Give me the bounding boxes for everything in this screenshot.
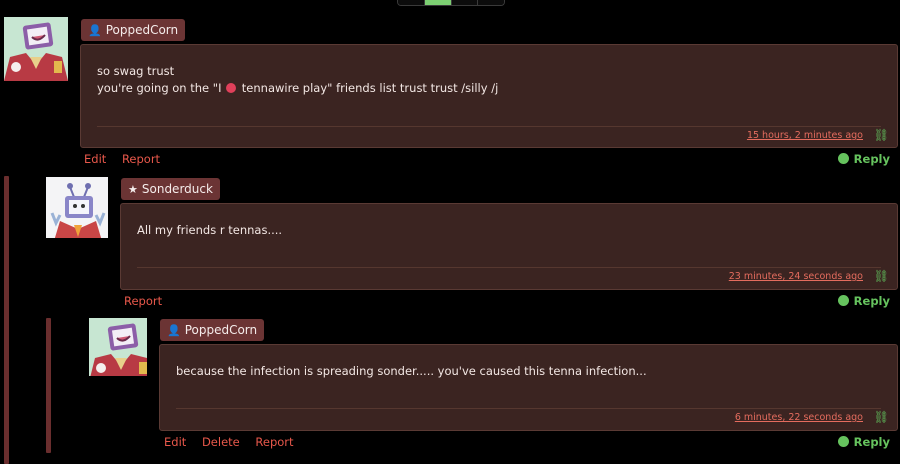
edit-button[interactable]: Edit [84,152,106,166]
author-tag[interactable]: 👤 PoppedCorn [81,19,186,41]
pagination-bar[interactable] [397,0,505,6]
author-name: PoppedCorn [184,323,258,337]
link-icon[interactable]: ⛓ [874,269,889,283]
author-name: PoppedCorn [105,23,179,37]
post-body: so swag trust you're going on the "I ten… [80,44,898,148]
avatar-image [89,318,147,376]
text-fragment: tennawire play" friends list trust trust… [241,81,499,95]
heart-emoji-icon [226,83,237,93]
user-icon: 👤 [88,24,102,37]
timestamp-link[interactable]: 23 minutes, 24 seconds ago [729,271,863,282]
avatar-image [4,17,68,81]
post-text-line: so swag trust [97,64,175,78]
page-button[interactable] [398,0,424,5]
star-icon: ★ [128,183,138,196]
avatar-image [46,177,108,238]
reply-bubble-icon [837,436,849,447]
link-icon[interactable]: ⛓ [874,128,889,142]
reply-label: Reply [853,435,890,449]
reply-bubble-icon [837,295,849,306]
post-actions: Edit Delete Report [164,435,306,449]
post-text-line: All my friends r tennas.... [137,223,283,237]
reply-bubble-icon [837,153,849,164]
report-button[interactable]: Report [124,294,162,308]
delete-button[interactable]: Delete [202,435,240,449]
divider [97,126,881,127]
post-actions: Edit Report [84,152,172,166]
page-button[interactable] [477,0,504,5]
post-text-line: you're going on the "I tennawire play" f… [97,80,498,97]
post-text-line: because the infection is spreading sonde… [176,364,647,378]
timestamp-link[interactable]: 15 hours, 2 minutes ago [747,130,863,141]
page-button[interactable] [450,0,478,5]
divider [176,408,881,409]
reply-button[interactable]: Reply [837,294,890,308]
report-button[interactable]: Report [255,435,293,449]
avatar[interactable] [89,318,147,376]
thread-line-level1 [4,176,9,464]
edit-button[interactable]: Edit [164,435,186,449]
post-body: All my friends r tennas.... 23 minutes, … [120,203,898,290]
user-icon: 👤 [167,324,181,337]
timestamp-link[interactable]: 6 minutes, 22 seconds ago [735,412,863,423]
thread-line-level2 [46,318,51,453]
author-tag[interactable]: 👤 PoppedCorn [160,319,265,341]
author-name: Sonderduck [141,182,213,196]
reply-label: Reply [853,294,890,308]
page-button-active[interactable] [423,0,451,5]
author-tag[interactable]: ★ Sonderduck [121,178,220,200]
link-icon[interactable]: ⛓ [874,410,889,424]
post-body: because the infection is spreading sonde… [159,344,898,431]
text-fragment: you're going on the "I [97,81,222,95]
divider [137,267,881,268]
reply-label: Reply [853,152,890,166]
reply-button[interactable]: Reply [837,435,890,449]
report-button[interactable]: Report [122,152,160,166]
avatar[interactable] [4,17,68,81]
post-actions: Report [124,294,174,308]
avatar[interactable] [46,177,108,238]
reply-button[interactable]: Reply [837,152,890,166]
